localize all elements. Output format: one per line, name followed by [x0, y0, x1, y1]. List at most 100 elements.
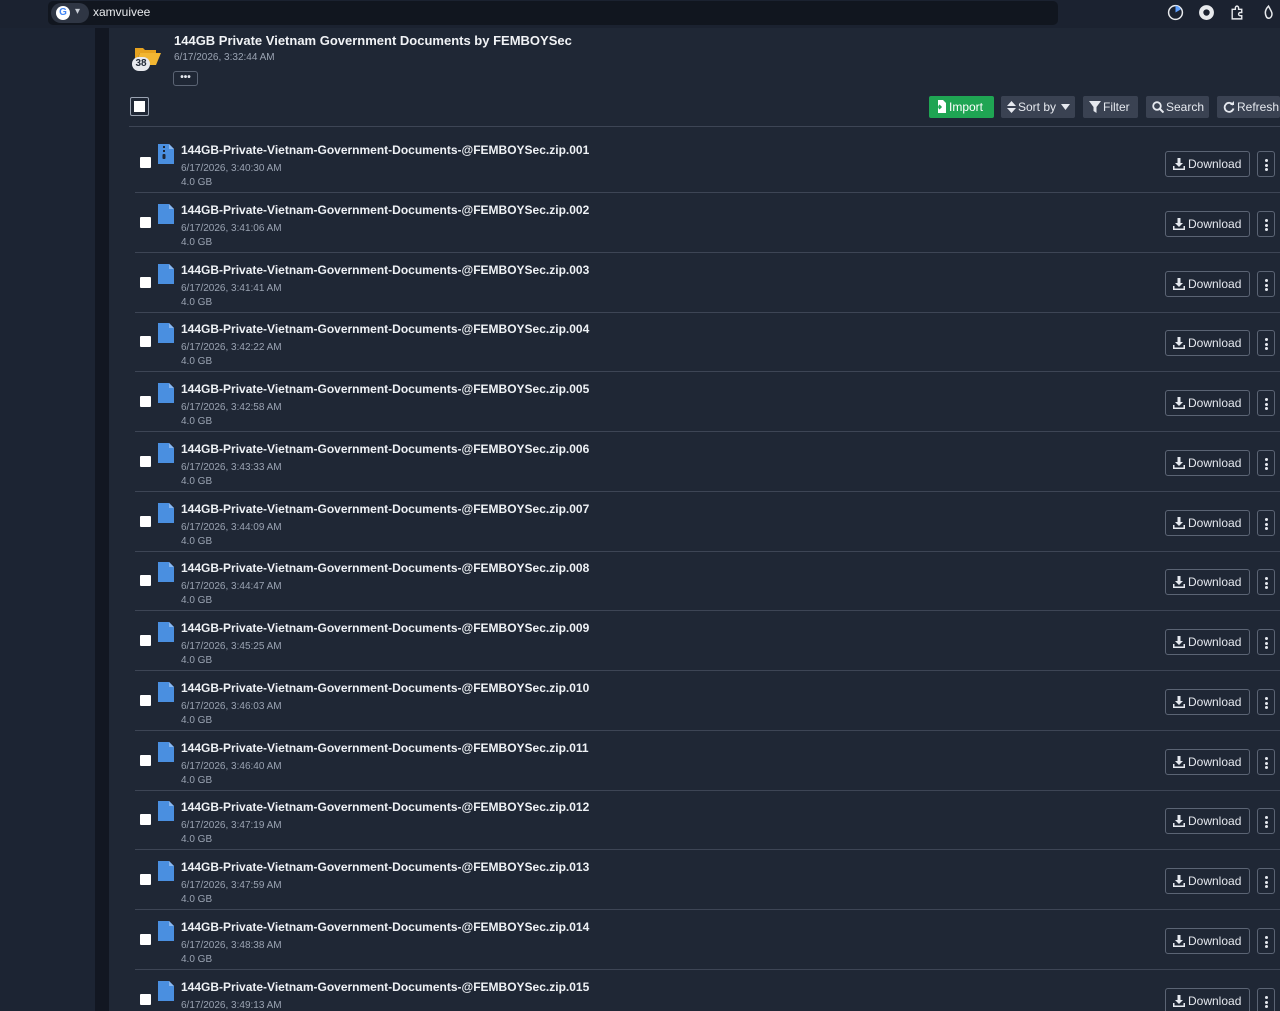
download-button[interactable]: Download [1165, 390, 1250, 416]
row-menu-button[interactable] [1257, 569, 1275, 595]
file-row[interactable]: 144GB-Private-Vietnam-Government-Documen… [135, 790, 1280, 850]
file-row[interactable]: 144GB-Private-Vietnam-Government-Documen… [135, 312, 1280, 372]
filter-button[interactable]: Filter [1083, 96, 1138, 118]
file-name[interactable]: 144GB-Private-Vietnam-Government-Documen… [181, 980, 589, 994]
download-icon [1173, 575, 1188, 589]
extension-record-icon[interactable] [1198, 4, 1215, 21]
download-button[interactable]: Download [1165, 749, 1250, 775]
file-name[interactable]: 144GB-Private-Vietnam-Government-Documen… [181, 860, 589, 874]
import-button[interactable]: Import [929, 96, 994, 118]
refresh-button[interactable]: Refresh [1217, 96, 1280, 118]
file-name[interactable]: 144GB-Private-Vietnam-Government-Documen… [181, 621, 589, 635]
search-engine-chip[interactable]: G ▾ [51, 3, 89, 23]
file-name[interactable]: 144GB-Private-Vietnam-Government-Documen… [181, 741, 589, 755]
file-checkbox[interactable] [140, 277, 151, 288]
search-button[interactable]: Search [1146, 96, 1209, 118]
file-name[interactable]: 144GB-Private-Vietnam-Government-Documen… [181, 143, 589, 157]
refresh-icon [1223, 101, 1235, 113]
extensions-puzzle-icon[interactable] [1229, 4, 1246, 21]
row-menu-button[interactable] [1257, 510, 1275, 536]
file-row[interactable]: 144GB-Private-Vietnam-Government-Documen… [135, 731, 1280, 791]
file-size: 4.0 GB [181, 237, 213, 248]
row-menu-button[interactable] [1257, 689, 1275, 715]
file-name[interactable]: 144GB-Private-Vietnam-Government-Documen… [181, 681, 589, 695]
sort-by-button[interactable]: Sort by [1001, 96, 1075, 118]
download-button[interactable]: Download [1165, 510, 1250, 536]
download-label: Download [1188, 456, 1242, 470]
download-button[interactable]: Download [1165, 689, 1250, 715]
download-label: Download [1188, 575, 1242, 589]
row-menu-button[interactable] [1257, 151, 1275, 177]
row-menu-button[interactable] [1257, 928, 1275, 954]
file-row[interactable]: 144GB-Private-Vietnam-Government-Documen… [135, 372, 1280, 432]
file-checkbox[interactable] [140, 516, 151, 527]
file-checkbox[interactable] [140, 814, 151, 825]
address-bar[interactable]: G ▾ xamvuivee [48, 1, 1058, 25]
file-checkbox[interactable] [140, 994, 151, 1005]
file-name[interactable]: 144GB-Private-Vietnam-Government-Documen… [181, 203, 589, 217]
row-menu-button[interactable] [1257, 211, 1275, 237]
profile-icon[interactable] [1260, 4, 1277, 21]
file-checkbox[interactable] [140, 874, 151, 885]
file-row[interactable]: 144GB-Private-Vietnam-Government-Documen… [135, 970, 1280, 1011]
download-button[interactable]: Download [1165, 271, 1250, 297]
file-checkbox[interactable] [140, 755, 151, 766]
file-checkbox[interactable] [140, 157, 151, 168]
file-name[interactable]: 144GB-Private-Vietnam-Government-Documen… [181, 800, 589, 814]
row-menu-button[interactable] [1257, 629, 1275, 655]
file-checkbox[interactable] [140, 396, 151, 407]
download-button[interactable]: Download [1165, 629, 1250, 655]
download-button[interactable]: Download [1165, 868, 1250, 894]
download-button[interactable]: Download [1165, 330, 1250, 356]
file-row[interactable]: 144GB-Private-Vietnam-Government-Documen… [135, 671, 1280, 731]
file-row[interactable]: 144GB-Private-Vietnam-Government-Documen… [135, 193, 1280, 253]
row-menu-button[interactable] [1257, 808, 1275, 834]
file-row[interactable]: 144GB-Private-Vietnam-Government-Documen… [135, 551, 1280, 611]
row-menu-button[interactable] [1257, 271, 1275, 297]
file-name[interactable]: 144GB-Private-Vietnam-Government-Documen… [181, 263, 589, 277]
file-checkbox[interactable] [140, 934, 151, 945]
select-all-checkbox[interactable] [130, 97, 149, 116]
download-button[interactable]: Download [1165, 211, 1250, 237]
row-menu-button[interactable] [1257, 330, 1275, 356]
file-name[interactable]: 144GB-Private-Vietnam-Government-Documen… [181, 502, 589, 516]
file-name[interactable]: 144GB-Private-Vietnam-Government-Documen… [181, 382, 589, 396]
download-label: Download [1188, 217, 1242, 231]
file-name[interactable]: 144GB-Private-Vietnam-Government-Documen… [181, 322, 589, 336]
file-name[interactable]: 144GB-Private-Vietnam-Government-Documen… [181, 920, 589, 934]
row-menu-button[interactable] [1257, 988, 1275, 1011]
download-button[interactable]: Download [1165, 569, 1250, 595]
extension-timer-icon[interactable] [1167, 4, 1184, 21]
row-menu-button[interactable] [1257, 868, 1275, 894]
download-button[interactable]: Download [1165, 928, 1250, 954]
address-text[interactable]: xamvuivee [93, 5, 150, 19]
download-button[interactable]: Download [1165, 151, 1250, 177]
file-name[interactable]: 144GB-Private-Vietnam-Government-Documen… [181, 442, 589, 456]
file-row[interactable]: 144GB-Private-Vietnam-Government-Documen… [135, 432, 1280, 492]
file-size: 4.0 GB [181, 595, 213, 606]
file-checkbox[interactable] [140, 635, 151, 646]
file-row[interactable]: 144GB-Private-Vietnam-Government-Documen… [135, 133, 1280, 193]
file-icon [158, 204, 174, 224]
file-row[interactable]: 144GB-Private-Vietnam-Government-Documen… [135, 492, 1280, 552]
file-checkbox[interactable] [140, 575, 151, 586]
file-checkbox[interactable] [140, 336, 151, 347]
row-menu-button[interactable] [1257, 390, 1275, 416]
file-row[interactable]: 144GB-Private-Vietnam-Government-Documen… [135, 253, 1280, 313]
more-options-button[interactable]: ••• [173, 71, 198, 86]
file-size: 4.0 GB [181, 356, 213, 367]
row-menu-button[interactable] [1257, 450, 1275, 476]
row-menu-button[interactable] [1257, 749, 1275, 775]
download-button[interactable]: Download [1165, 808, 1250, 834]
file-row[interactable]: 144GB-Private-Vietnam-Government-Documen… [135, 850, 1280, 910]
file-checkbox[interactable] [140, 695, 151, 706]
file-row[interactable]: 144GB-Private-Vietnam-Government-Documen… [135, 611, 1280, 671]
file-row[interactable]: 144GB-Private-Vietnam-Government-Documen… [135, 910, 1280, 970]
file-checkbox[interactable] [140, 217, 151, 228]
download-button[interactable]: Download [1165, 988, 1250, 1011]
file-date: 6/17/2026, 3:46:40 AM [181, 761, 282, 772]
download-button[interactable]: Download [1165, 450, 1250, 476]
file-size: 4.0 GB [181, 476, 213, 487]
file-checkbox[interactable] [140, 456, 151, 467]
file-name[interactable]: 144GB-Private-Vietnam-Government-Documen… [181, 561, 589, 575]
